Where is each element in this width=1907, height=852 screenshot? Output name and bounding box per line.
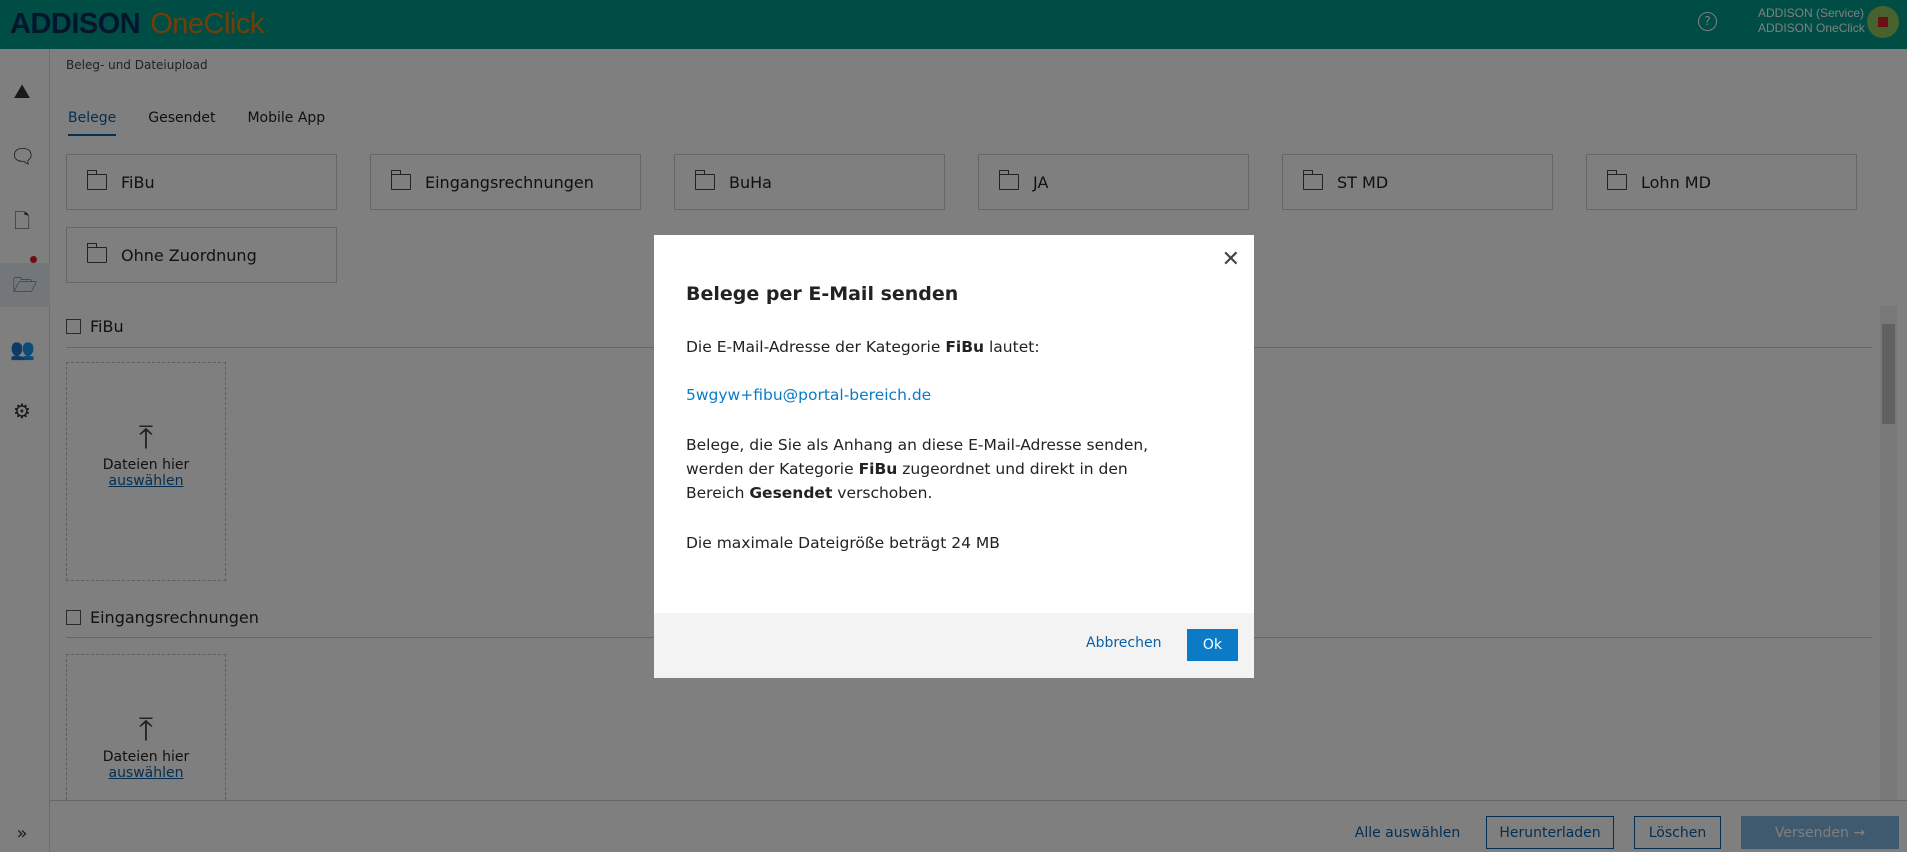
max-size-note: Die maximale Dateigröße beträgt 24 MB: [686, 534, 1000, 552]
email-dialog: ✕ Belege per E-Mail senden Die E-Mail-Ad…: [654, 235, 1254, 678]
dialog-title: Belege per E-Mail senden: [686, 283, 959, 305]
cancel-button[interactable]: Abbrechen: [1086, 635, 1161, 651]
email-address[interactable]: 5wgyw+fibu@portal-bereich.de: [686, 386, 931, 404]
dialog-body: Die E-Mail-Adresse der Kategorie FiBu la…: [686, 335, 1206, 581]
dialog-description: Belege, die Sie als Anhang an diese E-Ma…: [686, 436, 1149, 502]
close-icon[interactable]: ✕: [1222, 247, 1240, 272]
dialog-intro: Die E-Mail-Adresse der Kategorie FiBu la…: [686, 338, 1040, 356]
ok-button[interactable]: Ok: [1187, 629, 1238, 661]
dialog-footer: Abbrechen Ok: [654, 613, 1254, 678]
